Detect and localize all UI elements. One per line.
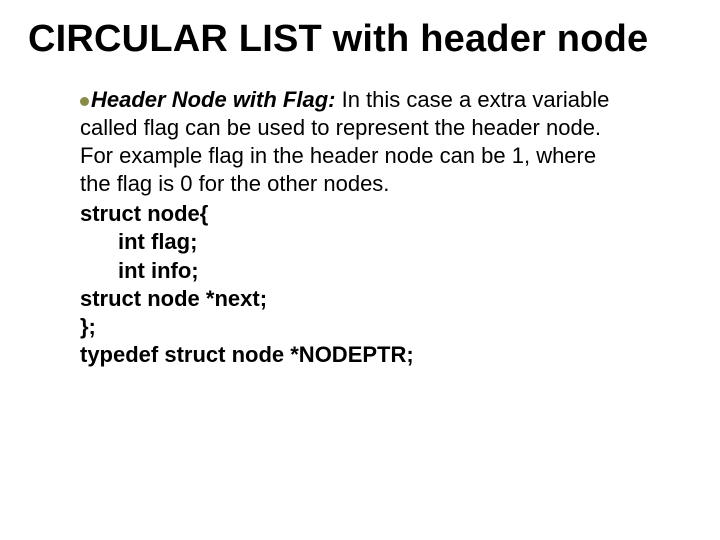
code-line-3: int info; bbox=[80, 257, 632, 285]
code-line-2: int flag; bbox=[80, 228, 632, 256]
code-block: struct node{ int flag; int info; struct … bbox=[80, 200, 632, 369]
bullet-paragraph: Header Node with Flag: In this case a ex… bbox=[80, 86, 632, 199]
slide-title: CIRCULAR LIST with header node bbox=[28, 18, 692, 62]
bullet-term: Header Node with Flag: bbox=[91, 87, 335, 112]
code-line-4: struct node *next; bbox=[80, 285, 632, 313]
code-line-1: struct node{ bbox=[80, 200, 632, 228]
code-line-6: typedef struct node *NODEPTR; bbox=[80, 341, 632, 369]
code-line-5: }; bbox=[80, 313, 632, 341]
slide: CIRCULAR LIST with header node Header No… bbox=[0, 0, 720, 540]
body-block: Header Node with Flag: In this case a ex… bbox=[80, 86, 632, 370]
bullet-icon bbox=[80, 97, 89, 106]
